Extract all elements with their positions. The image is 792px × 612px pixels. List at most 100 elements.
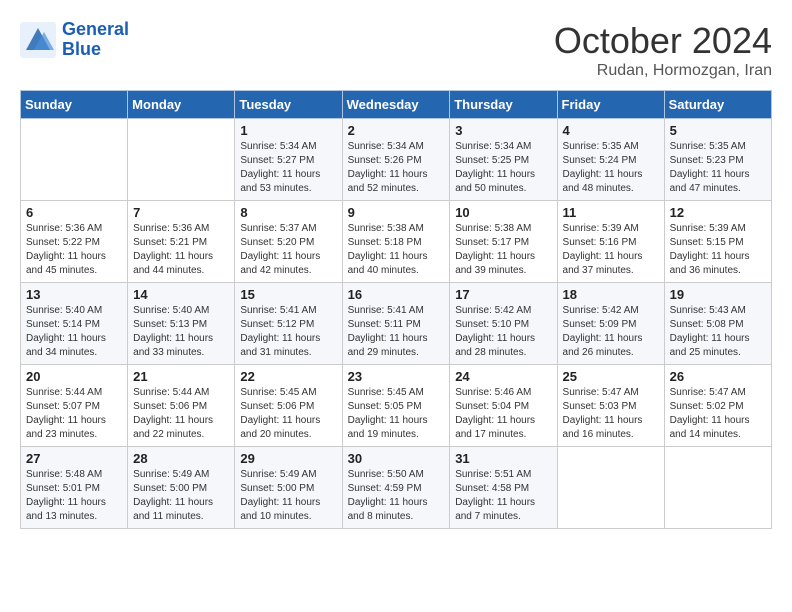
day-info: Sunrise: 5:45 AM Sunset: 5:05 PM Dayligh… (348, 386, 445, 442)
day-number: 17 (455, 287, 551, 302)
calendar-cell: 30 Sunrise: 5:50 AM Sunset: 4:59 PM Dayli… (342, 447, 450, 529)
calendar-cell: 26 Sunrise: 5:47 AM Sunset: 5:02 PM Dayli… (664, 365, 771, 447)
day-number: 10 (455, 205, 551, 220)
month-title: October 2024 (554, 20, 772, 62)
day-info: Sunrise: 5:41 AM Sunset: 5:11 PM Dayligh… (348, 304, 445, 360)
calendar-cell: 16Sunrise: 5:41 AM Sunset: 5:11 PM Dayli… (342, 283, 450, 365)
day-number: 4 (563, 123, 659, 138)
page-header: General Blue October 2024 Rudan, Hormozg… (20, 20, 772, 80)
day-number: 12 (670, 205, 766, 220)
day-info: Sunrise: 5:47 AM Sunset: 5:02 PM Dayligh… (670, 386, 766, 442)
logo-line2: Blue (62, 39, 101, 59)
calendar-week-row: 20Sunrise: 5:44 AM Sunset: 5:07 PM Dayli… (21, 365, 772, 447)
calendar-cell: 25 Sunrise: 5:47 AM Sunset: 5:03 PM Dayli… (557, 365, 664, 447)
day-info: Sunrise: 5:45 AM Sunset: 5:06 PM Dayligh… (240, 386, 336, 442)
day-number: 23 (348, 369, 445, 384)
day-number: 5 (670, 123, 766, 138)
day-number: 13 (26, 287, 122, 302)
calendar-cell: 10 Sunrise: 5:38 AM Sunset: 5:17 PM Dayli… (450, 201, 557, 283)
calendar-cell: 22 Sunrise: 5:45 AM Sunset: 5:06 PM Dayli… (235, 365, 342, 447)
calendar-table: SundayMondayTuesdayWednesdayThursdayFrid… (20, 90, 772, 529)
calendar-cell: 13 Sunrise: 5:40 AM Sunset: 5:14 PM Dayli… (21, 283, 128, 365)
calendar-week-row: 1 Sunrise: 5:34 AM Sunset: 5:27 PM Daylig… (21, 119, 772, 201)
day-number: 22 (240, 369, 336, 384)
calendar-cell (557, 447, 664, 529)
day-number: 26 (670, 369, 766, 384)
calendar-cell: 24Sunrise: 5:46 AM Sunset: 5:04 PM Dayli… (450, 365, 557, 447)
day-info: Sunrise: 5:41 AM Sunset: 5:12 PM Dayligh… (240, 304, 336, 360)
weekday-header: Saturday (664, 91, 771, 119)
day-number: 25 (563, 369, 659, 384)
day-info: Sunrise: 5:36 AM Sunset: 5:21 PM Dayligh… (133, 222, 229, 278)
calendar-week-row: 27 Sunrise: 5:48 AM Sunset: 5:01 PM Dayli… (21, 447, 772, 529)
day-number: 27 (26, 451, 122, 466)
day-info: Sunrise: 5:34 AM Sunset: 5:27 PM Dayligh… (240, 140, 336, 196)
calendar-week-row: 6 Sunrise: 5:36 AM Sunset: 5:22 PM Daylig… (21, 201, 772, 283)
day-info: Sunrise: 5:40 AM Sunset: 5:13 PM Dayligh… (133, 304, 229, 360)
day-number: 3 (455, 123, 551, 138)
weekday-header: Wednesday (342, 91, 450, 119)
day-number: 15 (240, 287, 336, 302)
calendar-cell: 19Sunrise: 5:43 AM Sunset: 5:08 PM Dayli… (664, 283, 771, 365)
calendar-cell: 12 Sunrise: 5:39 AM Sunset: 5:15 PM Dayli… (664, 201, 771, 283)
day-info: Sunrise: 5:35 AM Sunset: 5:24 PM Dayligh… (563, 140, 659, 196)
day-info: Sunrise: 5:34 AM Sunset: 5:25 PM Dayligh… (455, 140, 551, 196)
day-info: Sunrise: 5:51 AM Sunset: 4:58 PM Dayligh… (455, 468, 551, 524)
day-number: 21 (133, 369, 229, 384)
calendar-cell (128, 119, 235, 201)
calendar-cell: 17 Sunrise: 5:42 AM Sunset: 5:10 PM Dayli… (450, 283, 557, 365)
calendar-cell: 18Sunrise: 5:42 AM Sunset: 5:09 PM Dayli… (557, 283, 664, 365)
day-info: Sunrise: 5:49 AM Sunset: 5:00 PM Dayligh… (133, 468, 229, 524)
weekday-header: Thursday (450, 91, 557, 119)
day-info: Sunrise: 5:39 AM Sunset: 5:15 PM Dayligh… (670, 222, 766, 278)
calendar-cell: 11 Sunrise: 5:39 AM Sunset: 5:16 PM Dayli… (557, 201, 664, 283)
day-number: 30 (348, 451, 445, 466)
day-info: Sunrise: 5:35 AM Sunset: 5:23 PM Dayligh… (670, 140, 766, 196)
logo-text: General Blue (62, 20, 129, 60)
day-info: Sunrise: 5:48 AM Sunset: 5:01 PM Dayligh… (26, 468, 122, 524)
day-number: 2 (348, 123, 445, 138)
calendar-cell: 9 Sunrise: 5:38 AM Sunset: 5:18 PM Daylig… (342, 201, 450, 283)
day-info: Sunrise: 5:38 AM Sunset: 5:17 PM Dayligh… (455, 222, 551, 278)
calendar-cell: 21 Sunrise: 5:44 AM Sunset: 5:06 PM Dayli… (128, 365, 235, 447)
day-info: Sunrise: 5:40 AM Sunset: 5:14 PM Dayligh… (26, 304, 122, 360)
day-info: Sunrise: 5:39 AM Sunset: 5:16 PM Dayligh… (563, 222, 659, 278)
day-info: Sunrise: 5:42 AM Sunset: 5:10 PM Dayligh… (455, 304, 551, 360)
calendar-cell: 28Sunrise: 5:49 AM Sunset: 5:00 PM Dayli… (128, 447, 235, 529)
day-number: 9 (348, 205, 445, 220)
day-info: Sunrise: 5:37 AM Sunset: 5:20 PM Dayligh… (240, 222, 336, 278)
day-number: 6 (26, 205, 122, 220)
day-info: Sunrise: 5:44 AM Sunset: 5:06 PM Dayligh… (133, 386, 229, 442)
day-info: Sunrise: 5:44 AM Sunset: 5:07 PM Dayligh… (26, 386, 122, 442)
day-info: Sunrise: 5:43 AM Sunset: 5:08 PM Dayligh… (670, 304, 766, 360)
calendar-cell: 7Sunrise: 5:36 AM Sunset: 5:21 PM Daylig… (128, 201, 235, 283)
logo-icon (20, 22, 56, 58)
day-info: Sunrise: 5:50 AM Sunset: 4:59 PM Dayligh… (348, 468, 445, 524)
calendar-week-row: 13 Sunrise: 5:40 AM Sunset: 5:14 PM Dayli… (21, 283, 772, 365)
weekday-header: Sunday (21, 91, 128, 119)
calendar-cell: 15 Sunrise: 5:41 AM Sunset: 5:12 PM Dayli… (235, 283, 342, 365)
calendar-body: 1 Sunrise: 5:34 AM Sunset: 5:27 PM Daylig… (21, 119, 772, 529)
day-info: Sunrise: 5:38 AM Sunset: 5:18 PM Dayligh… (348, 222, 445, 278)
logo: General Blue (20, 20, 129, 60)
day-number: 29 (240, 451, 336, 466)
day-info: Sunrise: 5:49 AM Sunset: 5:00 PM Dayligh… (240, 468, 336, 524)
day-number: 1 (240, 123, 336, 138)
logo-line1: General (62, 19, 129, 39)
weekday-header: Tuesday (235, 91, 342, 119)
weekday-row: SundayMondayTuesdayWednesdayThursdayFrid… (21, 91, 772, 119)
calendar-cell: 23 Sunrise: 5:45 AM Sunset: 5:05 PM Dayli… (342, 365, 450, 447)
calendar-cell: 4 Sunrise: 5:35 AM Sunset: 5:24 PM Daylig… (557, 119, 664, 201)
calendar-cell: 20Sunrise: 5:44 AM Sunset: 5:07 PM Dayli… (21, 365, 128, 447)
day-info: Sunrise: 5:47 AM Sunset: 5:03 PM Dayligh… (563, 386, 659, 442)
day-info: Sunrise: 5:46 AM Sunset: 5:04 PM Dayligh… (455, 386, 551, 442)
calendar-cell: 29 Sunrise: 5:49 AM Sunset: 5:00 PM Dayli… (235, 447, 342, 529)
calendar-header: SundayMondayTuesdayWednesdayThursdayFrid… (21, 91, 772, 119)
title-block: October 2024 Rudan, Hormozgan, Iran (554, 20, 772, 80)
day-info: Sunrise: 5:36 AM Sunset: 5:22 PM Dayligh… (26, 222, 122, 278)
day-number: 11 (563, 205, 659, 220)
day-info: Sunrise: 5:42 AM Sunset: 5:09 PM Dayligh… (563, 304, 659, 360)
weekday-header: Monday (128, 91, 235, 119)
calendar-cell: 14Sunrise: 5:40 AM Sunset: 5:13 PM Dayli… (128, 283, 235, 365)
calendar-cell (21, 119, 128, 201)
